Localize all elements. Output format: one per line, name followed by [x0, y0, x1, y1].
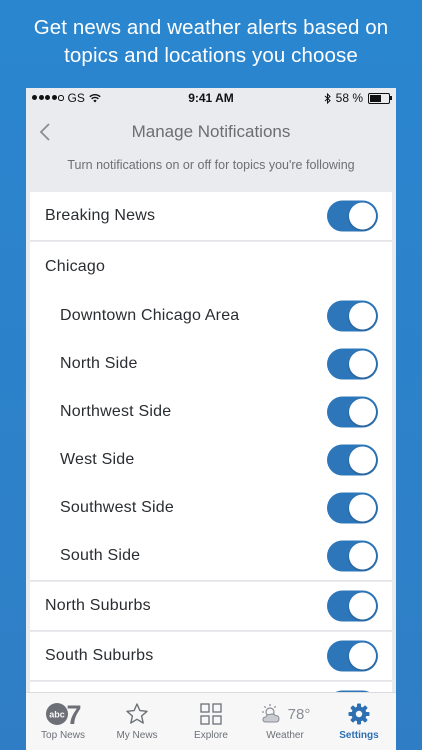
toggle-switch[interactable] [327, 444, 378, 476]
section-label: Chicago [45, 258, 106, 275]
row-south-side[interactable]: South Side [30, 532, 392, 581]
toggle-switch[interactable] [327, 348, 378, 380]
row-northwest-side[interactable]: Northwest Side [30, 388, 392, 436]
weather-temperature: 78° [287, 705, 311, 723]
row-south-suburbs[interactable]: South Suburbs [30, 632, 392, 681]
gear-icon [348, 703, 370, 725]
row-north-suburbs[interactable]: North Suburbs [30, 582, 392, 631]
tab-label: Weather [266, 730, 304, 741]
status-right: 58 % [324, 91, 392, 105]
star-icon [126, 703, 148, 724]
row-label: Southwest Side [60, 499, 174, 516]
promo-headline: Get news and weather alerts based on top… [0, 14, 422, 70]
page-title: Manage Notifications [131, 122, 291, 141]
promo-line-2: topics and locations you choose [64, 44, 358, 67]
tab-weather[interactable]: 78° Weather [248, 693, 322, 750]
toggle-switch[interactable] [327, 396, 378, 428]
row-label: North Side [60, 355, 138, 372]
tab-my-news[interactable]: My News [100, 693, 174, 750]
row-label: North Suburbs [45, 597, 151, 614]
battery-icon [368, 92, 392, 104]
bluetooth-icon [324, 92, 331, 104]
row-label: Northwest Side [60, 403, 172, 420]
toggle-switch[interactable] [327, 590, 378, 622]
tab-label: Settings [339, 730, 379, 741]
row-label: Breaking News [45, 207, 156, 224]
toggle-switch[interactable] [327, 640, 378, 672]
toggle-switch[interactable] [327, 300, 378, 332]
tab-explore[interactable]: Explore [174, 693, 248, 750]
tab-label: Top News [41, 730, 85, 741]
tab-label: My News [116, 730, 158, 741]
promo-line-1: Get news and weather alerts based on [33, 16, 389, 39]
section-header-chicago: Chicago [30, 242, 392, 292]
battery-percent: 58 % [335, 91, 363, 105]
toggle-switch[interactable] [327, 200, 378, 232]
grid-icon [200, 703, 222, 725]
svg-text:abc: abc [49, 710, 65, 720]
toggle-switch[interactable] [327, 540, 378, 572]
sun-cloud-icon [261, 704, 280, 723]
tab-top-news[interactable]: abc 7 Top News [26, 693, 100, 750]
row-label: Downtown Chicago Area [60, 307, 240, 324]
phone-screen: GS 9:41 AM 58 % Manage Notifications Tur… [26, 88, 396, 750]
navigation-bar: Manage Notifications [26, 108, 396, 156]
tab-settings[interactable]: Settings [322, 693, 396, 750]
abc7-logo-icon: abc 7 [46, 701, 82, 727]
svg-text:7: 7 [66, 701, 81, 727]
row-label: South Suburbs [45, 647, 154, 664]
row-southwest-side[interactable]: Southwest Side [30, 484, 392, 532]
row-downtown-chicago[interactable]: Downtown Chicago Area [30, 292, 392, 340]
row-west-side[interactable]: West Side [30, 436, 392, 484]
tab-label: Explore [194, 730, 228, 741]
tab-bar: abc 7 Top News My News Explore 78° Weath… [26, 692, 396, 750]
page-subtitle: Turn notifications on or off for topics … [67, 158, 355, 172]
row-label: South Side [60, 547, 141, 564]
row-label: West Side [60, 451, 135, 468]
toggle-switch[interactable] [327, 492, 378, 524]
row-north-side[interactable]: North Side [30, 340, 392, 388]
status-bar: GS 9:41 AM 58 % [26, 88, 396, 108]
row-breaking-news[interactable]: Breaking News [30, 192, 392, 241]
